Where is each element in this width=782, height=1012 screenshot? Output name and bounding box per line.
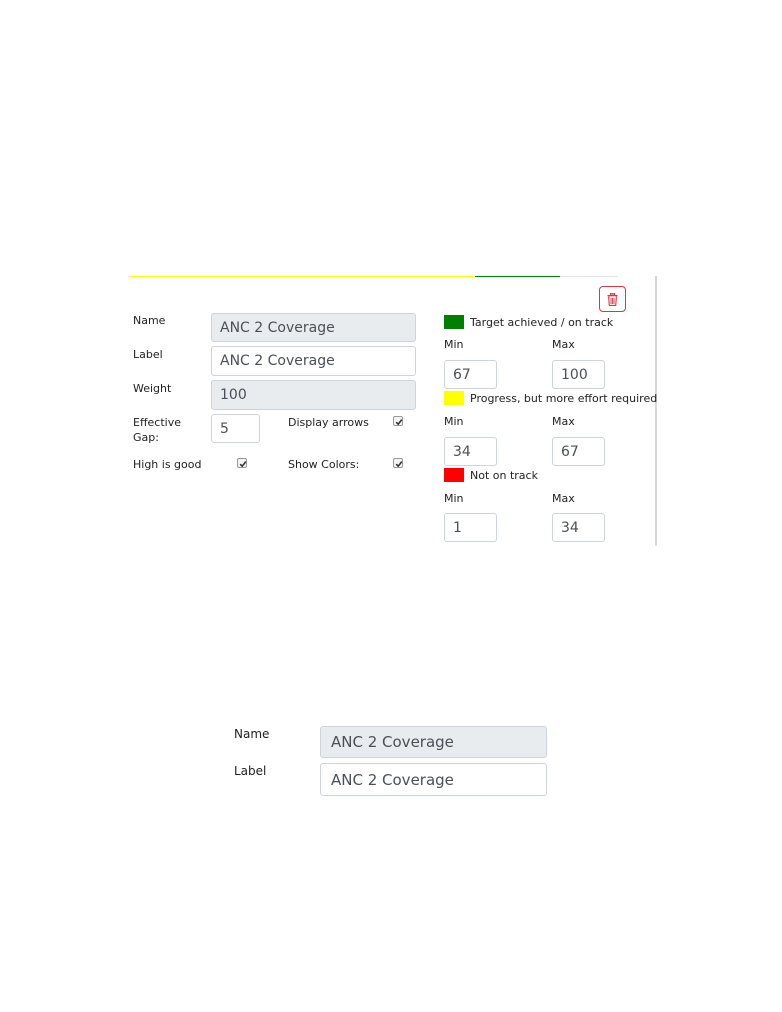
display-arrows-checkbox[interactable] bbox=[393, 416, 403, 426]
effective-gap-field[interactable]: 5 bbox=[211, 414, 260, 443]
checkmark-icon bbox=[395, 461, 403, 468]
zoom-name-label: Name bbox=[234, 727, 270, 741]
panel-right-border bbox=[655, 276, 657, 546]
zoom-name-field[interactable]: ANC 2 Coverage bbox=[320, 726, 547, 758]
threshold-yellow-min-label: Min bbox=[444, 415, 464, 428]
checkmark-icon bbox=[395, 419, 403, 426]
red-swatch bbox=[444, 468, 464, 482]
threshold-red-min-label: Min bbox=[444, 492, 464, 505]
top-border-grey bbox=[560, 276, 618, 277]
weight-field[interactable]: 100 bbox=[211, 380, 416, 410]
label-field[interactable]: ANC 2 Coverage bbox=[211, 346, 416, 376]
green-swatch bbox=[444, 315, 464, 329]
threshold-red-min-field[interactable]: 1 bbox=[444, 513, 497, 542]
effective-gap-label-line1: Effective bbox=[133, 416, 181, 429]
name-label: Name bbox=[133, 314, 166, 327]
high-is-good-label: High is good bbox=[133, 458, 202, 471]
high-is-good-checkbox[interactable] bbox=[237, 458, 247, 468]
threshold-red-label: Not on track bbox=[470, 469, 538, 482]
show-colors-checkbox[interactable] bbox=[393, 458, 403, 468]
threshold-green-min-field[interactable]: 67 bbox=[444, 360, 497, 389]
threshold-green-max-label: Max bbox=[552, 338, 575, 351]
threshold-yellow-label: Progress, but more effort required bbox=[470, 392, 658, 405]
label-label: Label bbox=[133, 348, 163, 361]
delete-button[interactable] bbox=[599, 286, 626, 312]
effective-gap-label: Effective Gap: bbox=[133, 415, 181, 445]
threshold-green-label: Target achieved / on track bbox=[470, 316, 614, 329]
threshold-green-min-label: Min bbox=[444, 338, 464, 351]
name-field[interactable]: ANC 2 Coverage bbox=[211, 313, 416, 342]
top-border-green bbox=[475, 276, 560, 277]
yellow-swatch bbox=[444, 391, 464, 405]
threshold-red-max-field[interactable]: 34 bbox=[552, 513, 605, 542]
threshold-yellow-min-field[interactable]: 34 bbox=[444, 437, 497, 466]
threshold-green-max-field[interactable]: 100 bbox=[552, 360, 605, 389]
checkmark-icon bbox=[239, 461, 247, 468]
threshold-yellow-max-label: Max bbox=[552, 415, 575, 428]
threshold-yellow-max-field[interactable]: 67 bbox=[552, 437, 605, 466]
effective-gap-label-line2: Gap: bbox=[133, 431, 159, 444]
top-border-yellow bbox=[129, 276, 475, 277]
threshold-red-max-label: Max bbox=[552, 492, 575, 505]
trash-icon bbox=[607, 293, 618, 306]
zoom-label-label: Label bbox=[234, 764, 267, 778]
zoom-label-field[interactable]: ANC 2 Coverage bbox=[320, 763, 547, 796]
show-colors-label: Show Colors: bbox=[288, 458, 360, 471]
weight-label: Weight bbox=[133, 382, 172, 395]
display-arrows-label: Display arrows bbox=[288, 416, 369, 429]
